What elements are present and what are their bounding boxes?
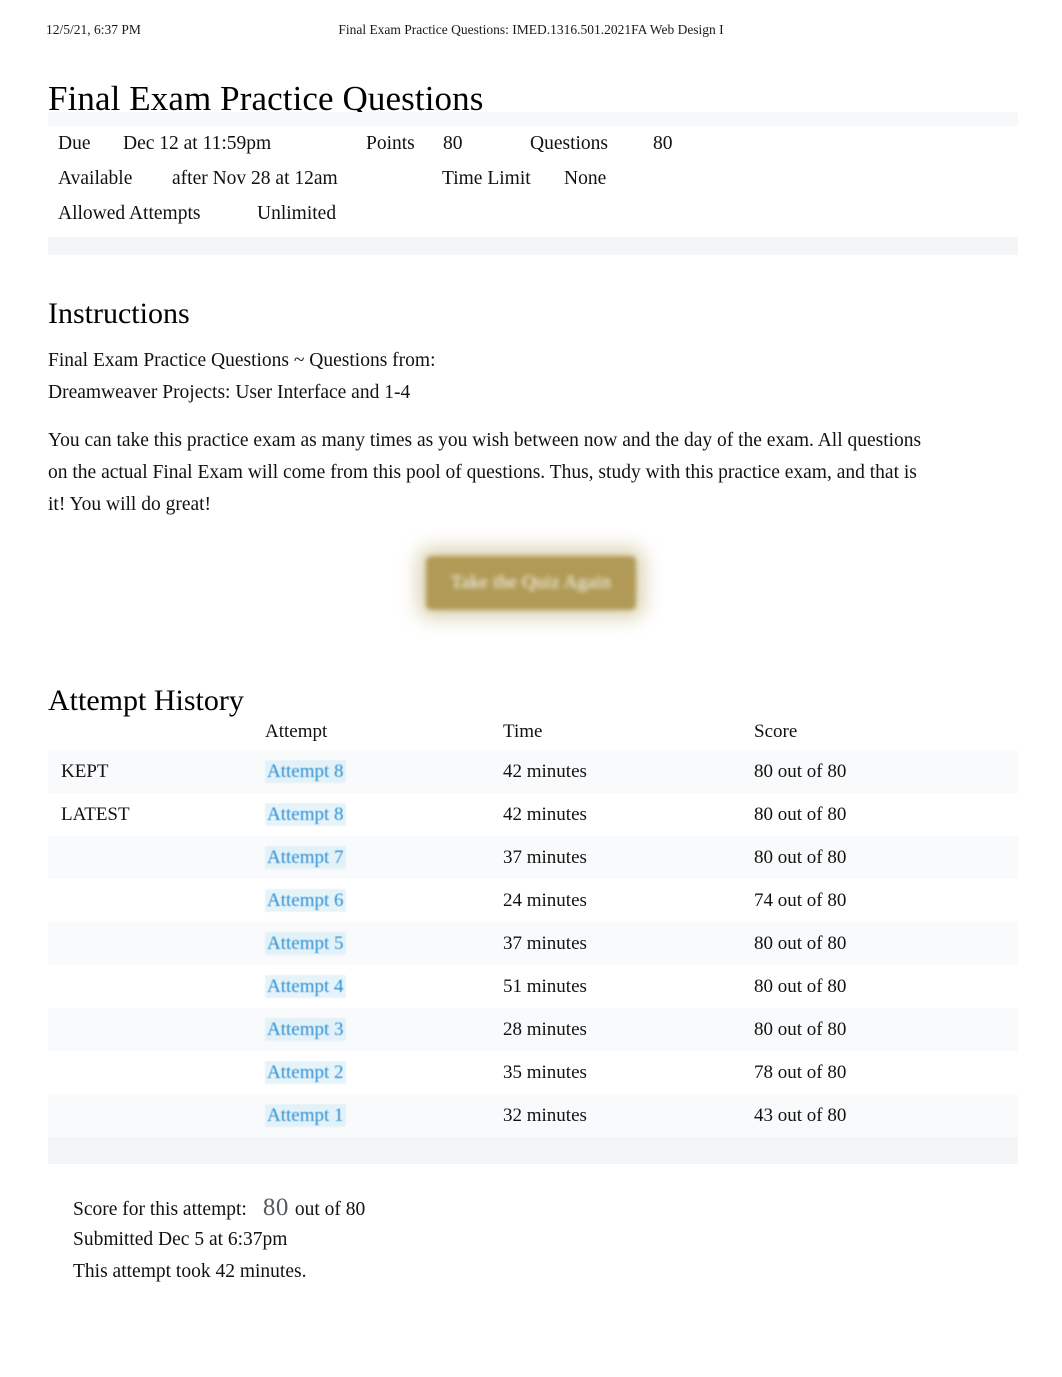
attempt-link[interactable]: Attempt 4	[265, 974, 346, 998]
table-row: Attempt 5 37 minutes 80 out of 80	[48, 922, 1018, 965]
attempt-score-cell: 78 out of 80	[754, 1061, 847, 1083]
available-value: after Nov 28 at 12am	[172, 168, 338, 189]
attempt-flag-cell: LATEST	[61, 803, 130, 825]
due-value: Dec 12 at 11:59pm	[123, 133, 272, 154]
attempt-link[interactable]: Attempt 6	[265, 888, 346, 912]
instructions-paragraph: You can take this practice exam as many …	[48, 430, 922, 515]
attempt-link[interactable]: Attempt 8	[265, 802, 346, 826]
time-limit-label: Time Limit	[442, 168, 531, 189]
attempt-link[interactable]: Attempt 8	[265, 759, 346, 783]
attempt-score-cell: 80 out of 80	[754, 975, 847, 997]
attempt-time-cell: 42 minutes	[503, 803, 587, 825]
attempt-flag-cell	[48, 836, 265, 879]
quiz-detail-box: Due Dec 12 at 11:59pm Points 80 Question…	[48, 112, 1018, 255]
instructions-line-1: Final Exam Practice Questions ~ Question…	[48, 350, 436, 371]
column-header-attempt: Attempt	[265, 721, 328, 742]
attempt-score-cell: 80 out of 80	[754, 760, 847, 782]
print-header: 12/5/21, 6:37 PM Final Exam Practice Que…	[0, 22, 1062, 42]
take-quiz-button-container: Take the Quiz Again	[0, 556, 1062, 610]
attempt-flag-cell: KEPT	[61, 760, 109, 782]
detail-row-due: Due Dec 12 at 11:59pm Points 80 Question…	[48, 126, 1018, 161]
attempt-link[interactable]: Attempt 7	[265, 845, 346, 869]
take-the-quiz-again-button[interactable]: Take the Quiz Again	[425, 556, 637, 610]
instructions-line-2: Dreamweaver Projects: User Interface and…	[48, 382, 411, 403]
points-label: Points	[366, 133, 415, 154]
duration-line: This attempt took 42 minutes.	[73, 1261, 307, 1282]
score-value: 80	[262, 1194, 289, 1221]
attempt-cell: Attempt 1	[265, 1094, 503, 1137]
attempt-flag-cell	[48, 965, 265, 1008]
points-value: 80	[443, 133, 463, 154]
table-row: LATEST Attempt 8 42 minutes 80 out of 80	[48, 793, 1018, 836]
score-out-of: out of 80	[294, 1199, 366, 1220]
detail-box-bottom-band	[48, 237, 1018, 255]
table-row: Attempt 6 24 minutes 74 out of 80	[48, 879, 1018, 922]
column-header-flag	[48, 714, 265, 750]
score-label: Score for this attempt:	[73, 1199, 247, 1220]
column-header-time: Time	[503, 721, 543, 742]
table-row: KEPT Attempt 8 42 minutes 80 out of 80	[48, 750, 1018, 793]
table-footer-row	[48, 1137, 1018, 1164]
attempt-score-cell: 80 out of 80	[754, 846, 847, 868]
attempt-time-cell: 24 minutes	[503, 889, 587, 911]
attempt-cell: Attempt 5	[265, 922, 503, 965]
allowed-attempts-value: Unlimited	[257, 203, 337, 224]
attempt-time-cell: 32 minutes	[503, 1104, 587, 1126]
attempt-time-cell: 51 minutes	[503, 975, 587, 997]
column-header-score: Score	[754, 721, 798, 742]
attempt-flag-cell	[48, 1094, 265, 1137]
detail-row-available: Available after Nov 28 at 12am Time Limi…	[48, 161, 1018, 196]
attempt-cell: Attempt 8	[265, 793, 503, 836]
table-row: Attempt 7 37 minutes 80 out of 80	[48, 836, 1018, 879]
table-footer-cell	[48, 1137, 1018, 1164]
due-label: Due	[58, 133, 91, 154]
attempt-cell: Attempt 8	[265, 750, 503, 793]
attempt-history-table-body: KEPT Attempt 8 42 minutes 80 out of 80 LATES…	[48, 750, 1018, 1137]
instructions-heading: Instructions	[48, 296, 190, 330]
attempt-link[interactable]: Attempt 3	[265, 1017, 346, 1041]
attempt-score-cell: 74 out of 80	[754, 889, 847, 911]
submitted-line: Submitted Dec 5 at 6:37pm	[73, 1229, 288, 1250]
available-label: Available	[58, 168, 133, 189]
attempt-time-cell: 37 minutes	[503, 932, 587, 954]
score-for-this-attempt-line: Score for this attempt: 80 out of 80	[73, 1192, 365, 1224]
attempt-link[interactable]: Attempt 5	[265, 931, 346, 955]
instructions-body: Final Exam Practice Questions ~ Question…	[48, 345, 928, 537]
table-row: Attempt 2 35 minutes 78 out of 80	[48, 1051, 1018, 1094]
attempt-cell: Attempt 4	[265, 965, 503, 1008]
table-row: Attempt 3 28 minutes 80 out of 80	[48, 1008, 1018, 1051]
questions-value: 80	[653, 133, 673, 154]
attempt-link[interactable]: Attempt 1	[265, 1103, 346, 1127]
table-row: Attempt 1 32 minutes 43 out of 80	[48, 1094, 1018, 1137]
attempt-time-cell: 42 minutes	[503, 760, 587, 782]
attempt-time-cell: 37 minutes	[503, 846, 587, 868]
detail-row-allowed-attempts: Allowed Attempts Unlimited	[48, 196, 1018, 231]
attempt-cell: Attempt 3	[265, 1008, 503, 1051]
attempt-score-cell: 80 out of 80	[754, 1018, 847, 1040]
attempt-cell: Attempt 6	[265, 879, 503, 922]
attempt-history-table-foot	[48, 1137, 1018, 1164]
attempt-flag-cell	[48, 879, 265, 922]
attempt-time-cell: 28 minutes	[503, 1018, 587, 1040]
attempt-history-table-head: Attempt Time Score	[48, 714, 1018, 750]
attempt-history-table: Attempt Time Score KEPT Attempt 8 42 minut…	[48, 714, 1018, 1164]
attempt-flag-cell	[48, 1008, 265, 1051]
score-summary: Score for this attempt: 80 out of 80 Submi…	[73, 1192, 365, 1288]
attempt-flag-cell	[48, 922, 265, 965]
attempt-score-cell: 43 out of 80	[754, 1104, 847, 1126]
table-row: Attempt 4 51 minutes 80 out of 80	[48, 965, 1018, 1008]
print-header-title: Final Exam Practice Questions: IMED.1316…	[338, 22, 724, 37]
attempt-flag-cell	[48, 1051, 265, 1094]
attempt-cell: Attempt 2	[265, 1051, 503, 1094]
attempt-time-cell: 35 minutes	[503, 1061, 587, 1083]
time-limit-value: None	[564, 168, 607, 189]
attempt-cell: Attempt 7	[265, 836, 503, 879]
questions-label: Questions	[530, 133, 608, 154]
allowed-attempts-label: Allowed Attempts	[58, 203, 201, 224]
detail-box-top-band	[48, 112, 1018, 126]
table-header-row: Attempt Time Score	[48, 714, 1018, 750]
attempt-score-cell: 80 out of 80	[754, 932, 847, 954]
attempt-link[interactable]: Attempt 2	[265, 1060, 346, 1084]
attempt-score-cell: 80 out of 80	[754, 803, 847, 825]
